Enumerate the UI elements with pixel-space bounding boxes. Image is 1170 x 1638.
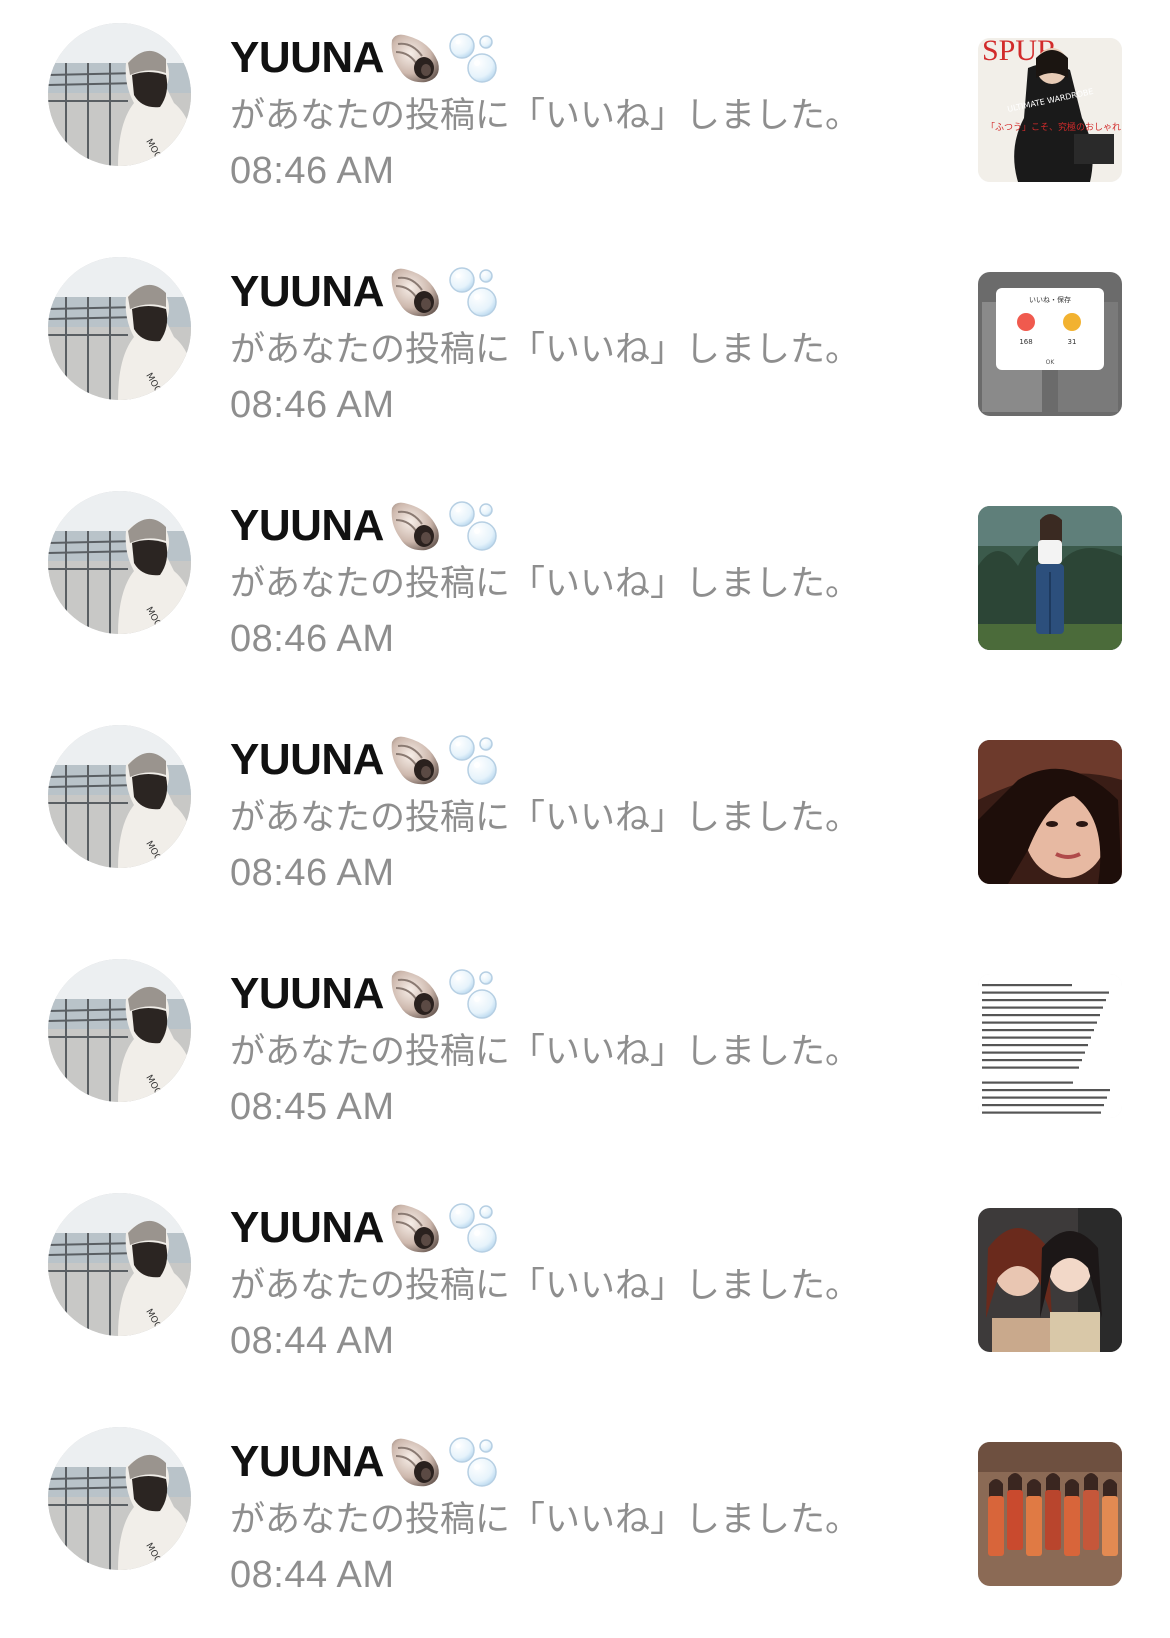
notification-message: があなたの投稿に「いいね」しました。: [230, 96, 861, 136]
notification-time: 08:45 AM: [230, 1086, 395, 1128]
spiral-shell-icon: [386, 28, 444, 86]
bubbles-icon: [446, 262, 504, 320]
notification-time: 08:46 AM: [230, 150, 395, 192]
spiral-shell-icon: [386, 262, 444, 320]
notification-message: があなたの投稿に「いいね」しました。: [230, 1032, 861, 1072]
svg-text:31: 31: [1068, 338, 1077, 346]
notification-time: 08:46 AM: [230, 618, 395, 660]
person-in-garden-photo-thumbnail[interactable]: [978, 506, 1122, 650]
username-text: YUUNA: [230, 501, 384, 550]
notification-time: 08:46 AM: [230, 852, 395, 894]
notification-row[interactable]: MOON YUUNA があなたの投稿に「いいね」しました。 08:46 AM S…: [0, 0, 1170, 234]
username[interactable]: YUUNA: [230, 28, 504, 88]
likes-popup-screenshot-thumbnail[interactable]: いいね・保存 168 31 OK: [978, 272, 1122, 416]
notification-message: があなたの投稿に「いいね」しました。: [230, 330, 861, 370]
two-person-selfie-photo-thumbnail[interactable]: [978, 1208, 1122, 1352]
notification-time: 08:46 AM: [230, 384, 395, 426]
notification-row[interactable]: MOON YUUNA があなたの投稿に「いいね」しました。 08:46 AM: [0, 234, 1170, 468]
text-document-thumbnail[interactable]: [978, 974, 1122, 1118]
username-text: YUUNA: [230, 267, 384, 316]
username[interactable]: YUUNA: [230, 1198, 504, 1258]
username[interactable]: YUUNA: [230, 1432, 504, 1492]
username-text: YUUNA: [230, 1437, 384, 1486]
notification-message: があなたの投稿に「いいね」しました。: [230, 1500, 861, 1540]
spiral-shell-icon: [386, 730, 444, 788]
username-text: YUUNA: [230, 33, 384, 82]
user-avatar[interactable]: MOON: [48, 959, 191, 1102]
spiral-shell-icon: [386, 496, 444, 554]
bubbles-icon: [446, 1198, 504, 1256]
spiral-shell-icon: [386, 1198, 444, 1256]
username[interactable]: YUUNA: [230, 496, 504, 556]
group-photo-thumbnail[interactable]: [978, 1442, 1122, 1586]
bubbles-icon: [446, 28, 504, 86]
spiral-shell-icon: [386, 964, 444, 1022]
username-text: YUUNA: [230, 735, 384, 784]
portrait-closeup-photo-thumbnail[interactable]: [978, 740, 1122, 884]
user-avatar[interactable]: MOON: [48, 725, 191, 868]
svg-text:168: 168: [1019, 338, 1032, 346]
bubbles-icon: [446, 1432, 504, 1490]
bubbles-icon: [446, 730, 504, 788]
notification-message: があなたの投稿に「いいね」しました。: [230, 798, 861, 838]
username-text: YUUNA: [230, 1203, 384, 1252]
username[interactable]: YUUNA: [230, 262, 504, 322]
spiral-shell-icon: [386, 1432, 444, 1490]
svg-text:「ふつう」こそ、究極のおしゃれ: 「ふつう」こそ、究極のおしゃれ: [986, 121, 1121, 133]
username-text: YUUNA: [230, 969, 384, 1018]
bubbles-icon: [446, 496, 504, 554]
notification-row[interactable]: MOON YUUNA があなたの投稿に「いいね」しました。 08:46 AM: [0, 702, 1170, 936]
notification-message: があなたの投稿に「いいね」しました。: [230, 564, 861, 604]
notification-message: があなたの投稿に「いいね」しました。: [230, 1266, 861, 1306]
user-avatar[interactable]: MOON: [48, 257, 191, 400]
magazine-cover-thumbnail[interactable]: SPUR ULTIMATE WARDROBE 「ふつう」こそ、究極のおしゃれ: [978, 38, 1122, 182]
notification-row[interactable]: MOON YUUNA があなたの投稿に「いいね」しました。 08:46 AM: [0, 468, 1170, 702]
svg-text:OK: OK: [1046, 359, 1056, 366]
user-avatar[interactable]: MOON: [48, 23, 191, 166]
user-avatar[interactable]: MOON: [48, 1427, 191, 1570]
username[interactable]: YUUNA: [230, 964, 504, 1024]
notification-row[interactable]: MOON YUUNA があなたの投稿に「いいね」しました。 08:44 AM: [0, 1170, 1170, 1404]
notification-time: 08:44 AM: [230, 1320, 395, 1362]
notification-row[interactable]: MOON YUUNA があなたの投稿に「いいね」しました。 08:44 AM: [0, 1404, 1170, 1638]
user-avatar[interactable]: MOON: [48, 491, 191, 634]
notification-row[interactable]: MOON YUUNA があなたの投稿に「いいね」しました。 08:45 AM: [0, 936, 1170, 1170]
user-avatar[interactable]: MOON: [48, 1193, 191, 1336]
bubbles-icon: [446, 964, 504, 1022]
username[interactable]: YUUNA: [230, 730, 504, 790]
svg-text:いいね・保存: いいね・保存: [1029, 295, 1071, 304]
notification-time: 08:44 AM: [230, 1554, 395, 1596]
